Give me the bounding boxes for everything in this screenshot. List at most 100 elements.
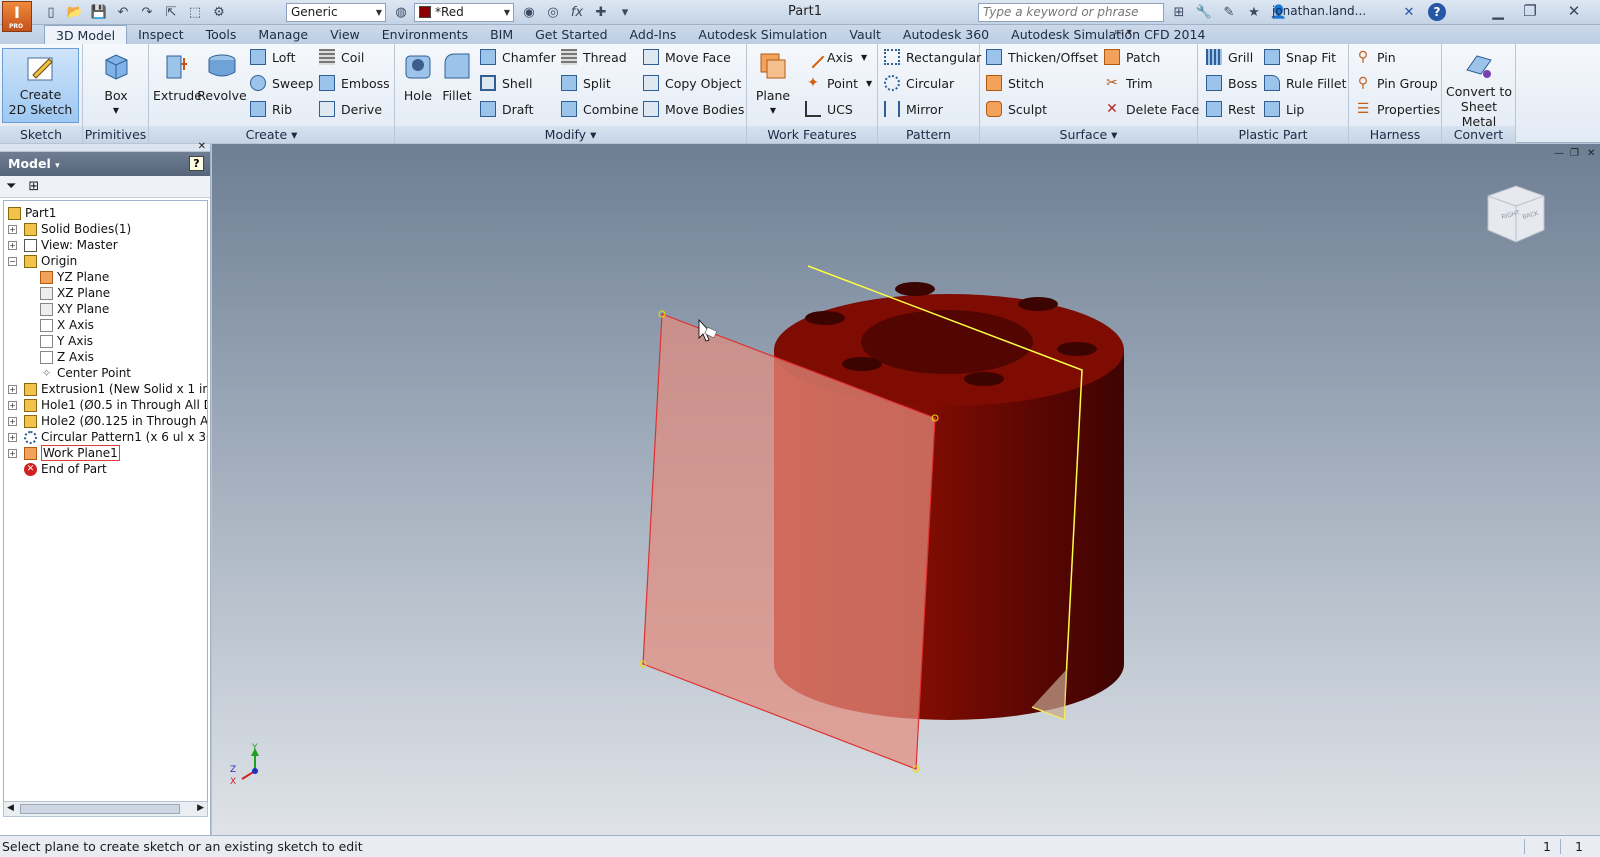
maximize-icon[interactable]: ❐ bbox=[1516, 1, 1544, 21]
chamfer-button[interactable]: Chamfer bbox=[480, 46, 556, 68]
snap-fit-button[interactable]: Snap Fit bbox=[1264, 46, 1336, 68]
tree-node-extrusion1[interactable]: + Extrusion1 (New Solid x 1 in) bbox=[8, 381, 207, 397]
patch-button[interactable]: Patch bbox=[1104, 46, 1160, 68]
loft-button[interactable]: Loft bbox=[250, 46, 295, 68]
thicken-offset-button[interactable]: Thicken/Offset bbox=[986, 46, 1098, 68]
exchange-icon[interactable]: ✕ bbox=[1398, 3, 1420, 22]
shell-button[interactable]: Shell bbox=[480, 72, 533, 94]
minimize-icon[interactable]: ▁ bbox=[1484, 1, 1512, 21]
tab-bim[interactable]: BIM bbox=[479, 25, 524, 44]
collapse-icon[interactable]: − bbox=[8, 256, 17, 266]
mirror-button[interactable]: Mirror bbox=[884, 98, 943, 120]
tab-3d-model[interactable]: 3D Model bbox=[44, 25, 128, 44]
tree-node-x-axis[interactable]: X Axis bbox=[40, 317, 94, 333]
tree-node-work-plane1[interactable]: + Work Plane1 bbox=[8, 445, 120, 461]
expand-icon[interactable]: + bbox=[8, 432, 17, 442]
rest-button[interactable]: Rest bbox=[1206, 98, 1255, 120]
tree-node-xz-plane[interactable]: XZ Plane bbox=[40, 285, 110, 301]
appearance-combo[interactable]: Generic ▼ bbox=[286, 3, 386, 22]
tree-node-solid-bodies[interactable]: + Solid Bodies(1) bbox=[8, 221, 131, 237]
expand-icon[interactable]: + bbox=[8, 448, 17, 458]
rib-button[interactable]: Rib bbox=[250, 98, 292, 120]
open-icon[interactable]: 📂 bbox=[64, 3, 86, 22]
tree-node-view-master[interactable]: + View: Master bbox=[8, 237, 118, 253]
circular-pattern-button[interactable]: Circular bbox=[884, 72, 954, 94]
save-icon[interactable]: 💾 bbox=[88, 3, 110, 22]
plane-button[interactable]: Plane ▼ bbox=[753, 48, 793, 118]
tab-get-started[interactable]: Get Started bbox=[524, 25, 618, 44]
move-bodies-button[interactable]: Move Bodies bbox=[643, 98, 744, 120]
add-icon[interactable]: ✚ bbox=[590, 3, 612, 22]
fillet-button[interactable]: Fillet bbox=[437, 48, 477, 103]
copy-object-button[interactable]: Copy Object bbox=[643, 72, 741, 94]
select-icon[interactable]: ⬚ bbox=[184, 3, 206, 22]
application-menu-button[interactable]: I PRO bbox=[2, 1, 32, 32]
tab-autodesk-simulation[interactable]: Autodesk Simulation bbox=[687, 25, 838, 44]
box-button[interactable]: Box ▼ bbox=[95, 48, 137, 118]
user-name[interactable]: jonathan.land... bbox=[1272, 4, 1366, 18]
boss-button[interactable]: Boss bbox=[1206, 72, 1257, 94]
thread-button[interactable]: Thread bbox=[561, 46, 627, 68]
expand-icon[interactable]: + bbox=[8, 240, 17, 250]
panel-title-modify[interactable]: Modify ▾ bbox=[395, 126, 746, 143]
grill-button[interactable]: Grill bbox=[1206, 46, 1253, 68]
derive-button[interactable]: Derive bbox=[319, 98, 382, 120]
adjust-appearance-icon[interactable]: ◎ bbox=[542, 3, 564, 22]
close-icon[interactable]: ✕ bbox=[198, 141, 206, 152]
help-search-input[interactable]: Type a keyword or phrase bbox=[978, 3, 1164, 22]
tree-node-hole1[interactable]: + Hole1 (Ø0.5 in Through All Depth) bbox=[8, 397, 207, 413]
ucs-button[interactable]: UCS bbox=[805, 98, 853, 120]
tree-node-circular-pattern1[interactable]: + Circular Pattern1 (x 6 ul x 360 deg) bbox=[8, 429, 207, 445]
tab-simulation-cfd[interactable]: Autodesk Simulation CFD 2014 bbox=[1000, 25, 1216, 44]
tree-node-yz-plane[interactable]: YZ Plane bbox=[40, 269, 109, 285]
scroll-right-icon[interactable]: ▶ bbox=[197, 803, 204, 813]
convert-to-sheet-metal-button[interactable]: Convert to Sheet Metal bbox=[1444, 48, 1514, 129]
coil-button[interactable]: Coil bbox=[319, 46, 364, 68]
hole-button[interactable]: Hole bbox=[399, 48, 437, 103]
tree-node-origin[interactable]: − Origin bbox=[8, 253, 77, 269]
customize-qat-icon[interactable]: ▾ bbox=[614, 3, 636, 22]
rectangular-pattern-button[interactable]: Rectangular bbox=[884, 46, 981, 68]
filter-icon[interactable]: ⏷ bbox=[6, 179, 16, 194]
favorites-icon[interactable]: ★ bbox=[1243, 3, 1265, 22]
new-icon[interactable]: ▯ bbox=[40, 3, 62, 22]
help-icon[interactable]: ? bbox=[189, 156, 204, 171]
find-icon[interactable]: ⊞ bbox=[28, 179, 39, 194]
expand-icon[interactable]: + bbox=[8, 224, 17, 234]
tree-node-center-point[interactable]: ✧ Center Point bbox=[40, 365, 131, 381]
combine-button[interactable]: Combine bbox=[561, 98, 639, 120]
tree-node-part[interactable]: Part1 bbox=[8, 205, 56, 221]
clear-appearance-icon[interactable]: ◉ bbox=[518, 3, 540, 22]
viewcube[interactable]: RIGHT BACK bbox=[1487, 185, 1545, 243]
tree-node-end-of-part[interactable]: ✕ End of Part bbox=[24, 461, 107, 477]
tree-node-hole2[interactable]: + Hole2 (Ø0.125 in Through All Depth) bbox=[8, 413, 207, 429]
stitch-button[interactable]: Stitch bbox=[986, 72, 1044, 94]
tab-autodesk-360[interactable]: Autodesk 360 bbox=[892, 25, 1000, 44]
communication-icon[interactable]: ✎ bbox=[1218, 3, 1240, 22]
revolve-button[interactable]: Revolve bbox=[197, 48, 247, 103]
sculpt-button[interactable]: Sculpt bbox=[986, 98, 1047, 120]
update-icon[interactable]: ⚙ bbox=[208, 3, 230, 22]
split-button[interactable]: Split bbox=[561, 72, 611, 94]
axis-button[interactable]: Axis ▼ bbox=[801, 45, 867, 69]
properties-button[interactable]: ☰ Properties bbox=[1355, 98, 1440, 120]
tab-environments[interactable]: Environments bbox=[371, 25, 479, 44]
sweep-button[interactable]: Sweep bbox=[250, 72, 313, 94]
point-button[interactable]: ✦ Point ▼ bbox=[805, 72, 872, 94]
binoculars-icon[interactable]: ⊞ bbox=[1168, 3, 1190, 22]
redo-icon[interactable]: ↷ bbox=[136, 3, 158, 22]
browser-grip[interactable]: ✕ bbox=[0, 141, 210, 152]
move-face-button[interactable]: Move Face bbox=[643, 46, 731, 68]
expand-icon[interactable]: + bbox=[8, 384, 17, 394]
create-2d-sketch-button[interactable]: Create 2D Sketch bbox=[2, 48, 79, 123]
delete-face-button[interactable]: ✕ Delete Face bbox=[1104, 98, 1199, 120]
return-icon[interactable]: ⇱ bbox=[160, 3, 182, 22]
graphics-window[interactable]: — ❐ ✕ RIGHT BACK Y Z X bbox=[212, 144, 1600, 835]
close-icon[interactable]: ✕ bbox=[1560, 1, 1588, 21]
lip-button[interactable]: Lip bbox=[1264, 98, 1304, 120]
tab-view[interactable]: View bbox=[319, 25, 371, 44]
scrollbar-thumb[interactable] bbox=[20, 804, 180, 814]
subscription-icon[interactable]: 🔧 bbox=[1193, 3, 1215, 22]
tree-node-xy-plane[interactable]: XY Plane bbox=[40, 301, 109, 317]
expand-icon[interactable]: + bbox=[8, 400, 17, 410]
